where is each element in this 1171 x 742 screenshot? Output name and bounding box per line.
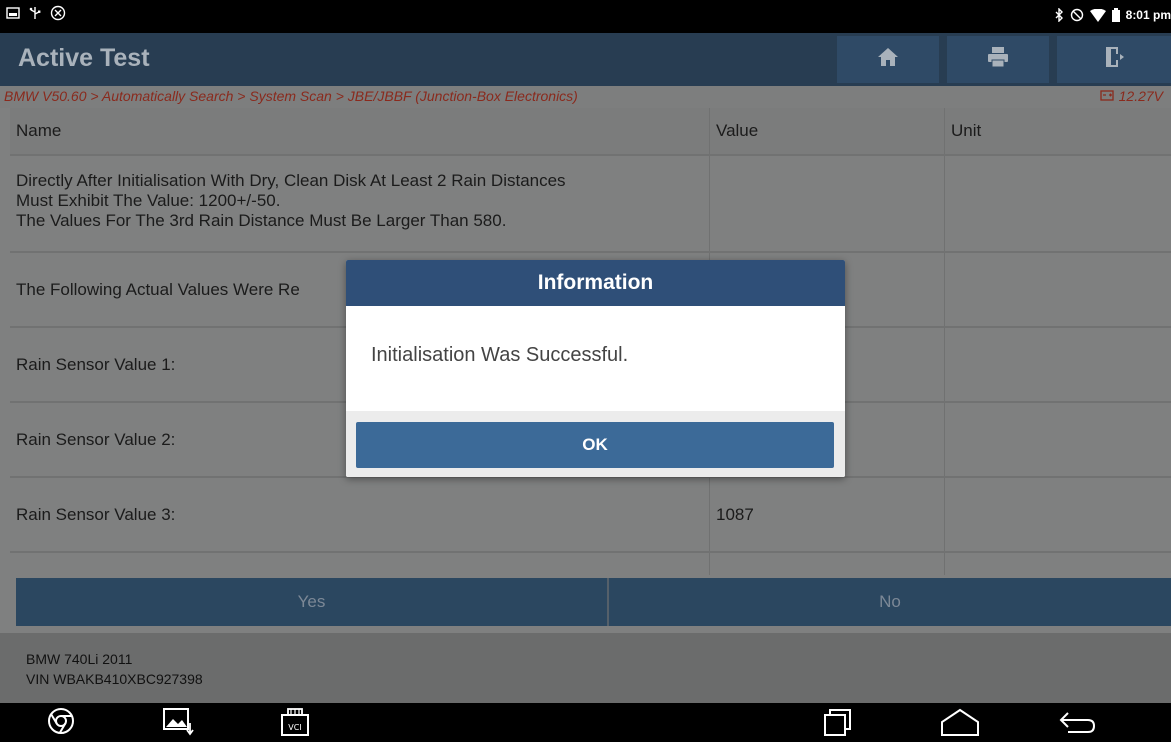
dialog-footer: OK xyxy=(346,411,845,477)
row-value xyxy=(710,553,945,575)
row-unit xyxy=(945,403,1171,476)
chrome-icon[interactable] xyxy=(47,707,75,735)
column-header-value: Value xyxy=(710,108,945,154)
usb-icon xyxy=(28,6,42,20)
table-row xyxy=(10,551,1171,575)
car-battery-icon xyxy=(1099,88,1114,104)
exit-button[interactable] xyxy=(1057,36,1171,83)
screenshot-icon[interactable] xyxy=(162,707,194,737)
row-unit xyxy=(945,478,1171,551)
row-unit xyxy=(945,553,1171,575)
no-button[interactable]: No xyxy=(609,578,1171,626)
page-title: Active Test xyxy=(18,44,150,72)
breadcrumb-bar: BMW V50.60 > Automatically Search > Syst… xyxy=(0,86,1171,108)
vehicle-info: BMW 740Li 2011 VIN WBAKB410XBC927398 xyxy=(0,633,1171,703)
column-header-unit: Unit xyxy=(951,121,982,140)
home-icon xyxy=(877,47,899,72)
wifi-icon xyxy=(1089,8,1106,22)
ok-button[interactable]: OK xyxy=(356,422,834,468)
row-value xyxy=(710,156,945,251)
settings-icon xyxy=(50,5,66,21)
bluetooth-icon xyxy=(1054,8,1064,22)
column-header-name: Name xyxy=(10,108,710,154)
row-name: Rain Sensor Value 3: xyxy=(10,478,710,551)
row-unit xyxy=(945,156,1171,251)
title-bar: Active Test xyxy=(0,33,1171,86)
table-header: Name Value Unit xyxy=(10,108,1171,154)
row-name xyxy=(10,553,710,575)
battery-icon xyxy=(1111,8,1120,22)
row-unit xyxy=(945,253,1171,326)
print-icon xyxy=(987,46,1009,73)
breadcrumb: BMW V50.60 > Automatically Search > Syst… xyxy=(4,88,578,104)
exit-icon xyxy=(1104,46,1124,73)
navigation-bar: VCI xyxy=(0,703,1171,742)
row-value: 1087 xyxy=(710,478,945,551)
clock: 8:01 pm xyxy=(1125,8,1171,22)
action-buttons: Yes No xyxy=(16,578,1171,626)
row-unit xyxy=(945,328,1171,401)
vci-icon[interactable]: VCI xyxy=(280,707,310,737)
row-name: Directly After Initialisation With Dry, … xyxy=(10,156,710,251)
voltage-value: 12.27V xyxy=(1118,88,1163,104)
home-nav-icon[interactable] xyxy=(940,707,980,737)
recent-apps-icon[interactable] xyxy=(822,707,854,737)
svg-text:VCI: VCI xyxy=(288,723,301,732)
gallery-icon xyxy=(6,7,20,19)
information-dialog: Information Initialisation Was Successfu… xyxy=(346,260,845,477)
table-row: Directly After Initialisation With Dry, … xyxy=(10,154,1171,251)
dialog-message: Initialisation Was Successful. xyxy=(371,344,629,366)
vehicle-model: BMW 740Li 2011 xyxy=(26,651,133,667)
vehicle-vin: VIN WBAKB410XBC927398 xyxy=(26,671,203,687)
print-button[interactable] xyxy=(947,36,1049,83)
dialog-title: Information xyxy=(346,260,845,306)
home-button[interactable] xyxy=(837,36,939,83)
yes-button[interactable]: Yes xyxy=(16,578,609,626)
battery-voltage: 12.27V xyxy=(1099,88,1163,104)
status-bar: 8:01 pm xyxy=(0,0,1171,33)
back-icon[interactable] xyxy=(1058,707,1098,737)
table-row: Rain Sensor Value 3: 1087 xyxy=(10,476,1171,551)
no-disturb-icon xyxy=(1070,8,1084,22)
